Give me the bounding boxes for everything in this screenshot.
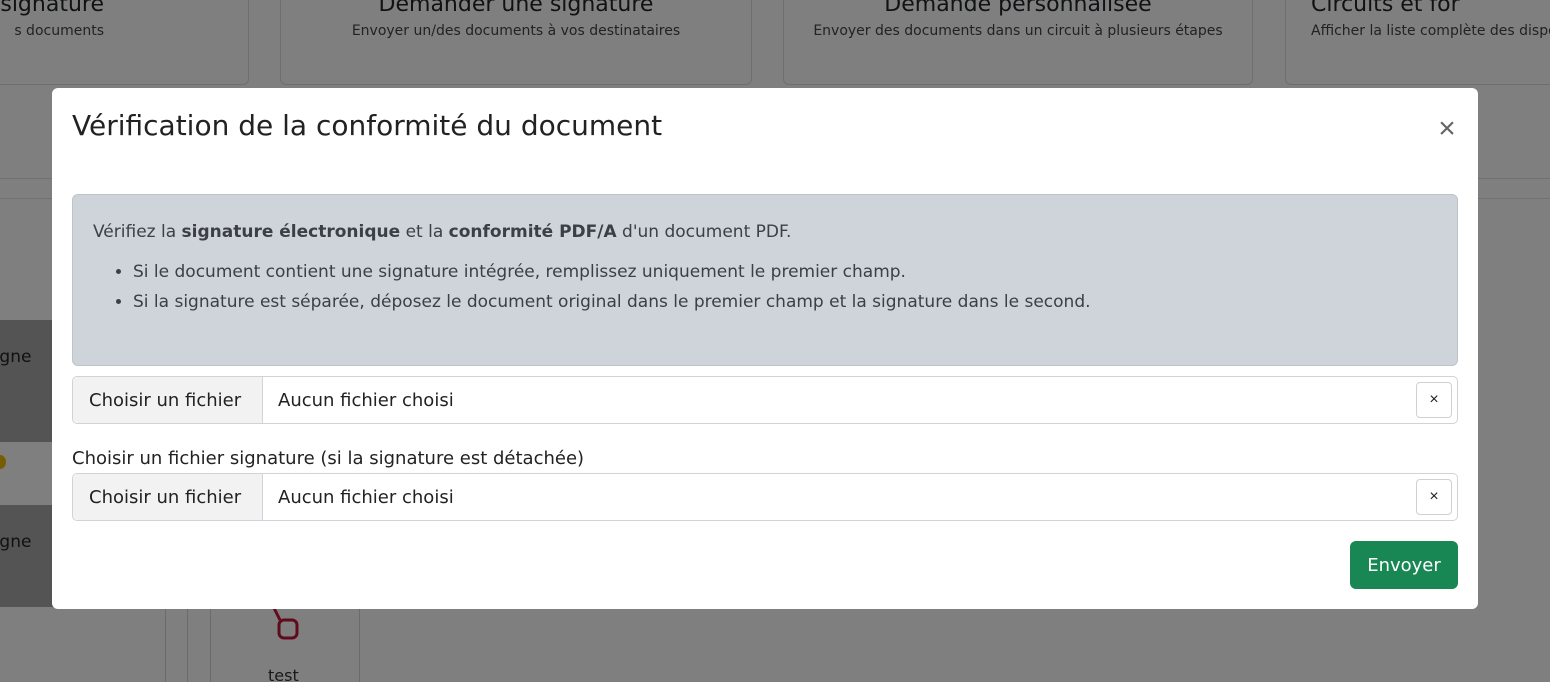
close-icon[interactable]: × bbox=[1432, 114, 1462, 144]
alert-bold-text: signature électronique bbox=[181, 222, 401, 242]
alert-bullet: Si le document contient une signature in… bbox=[133, 257, 1437, 287]
alert-bullet: Si la signature est séparée, déposez le … bbox=[133, 287, 1437, 317]
info-alert: Vérifiez la signature électronique et la… bbox=[72, 194, 1458, 366]
choose-file-button[interactable]: Choisir un fichier bbox=[73, 474, 263, 520]
alert-list: Si le document contient une signature in… bbox=[93, 257, 1437, 317]
alert-text: Vérifiez la bbox=[93, 222, 182, 242]
page: signature s documents Demander une signa… bbox=[0, 0, 1550, 682]
document-file-input[interactable]: Choisir un fichier Aucun fichier choisi … bbox=[72, 376, 1458, 424]
alert-text: et la bbox=[400, 222, 449, 242]
submit-button[interactable]: Envoyer bbox=[1350, 541, 1458, 589]
verify-document-modal: Vérification de la conformité du documen… bbox=[52, 88, 1478, 609]
signature-file-input[interactable]: Choisir un fichier Aucun fichier choisi … bbox=[72, 473, 1458, 521]
alert-bold-text: conformité PDF/A bbox=[448, 222, 617, 242]
file-status: Aucun fichier choisi bbox=[278, 389, 454, 411]
file-status: Aucun fichier choisi bbox=[278, 486, 454, 508]
clear-file-button[interactable]: × bbox=[1416, 479, 1452, 515]
modal-title: Vérification de la conformité du documen… bbox=[72, 109, 663, 142]
choose-file-button[interactable]: Choisir un fichier bbox=[73, 377, 263, 423]
alert-text: d'un document PDF. bbox=[616, 222, 792, 242]
alert-intro: Vérifiez la signature électronique et la… bbox=[93, 217, 1437, 247]
signature-file-label: Choisir un fichier signature (si la sign… bbox=[72, 448, 585, 469]
clear-file-button[interactable]: × bbox=[1416, 382, 1452, 418]
